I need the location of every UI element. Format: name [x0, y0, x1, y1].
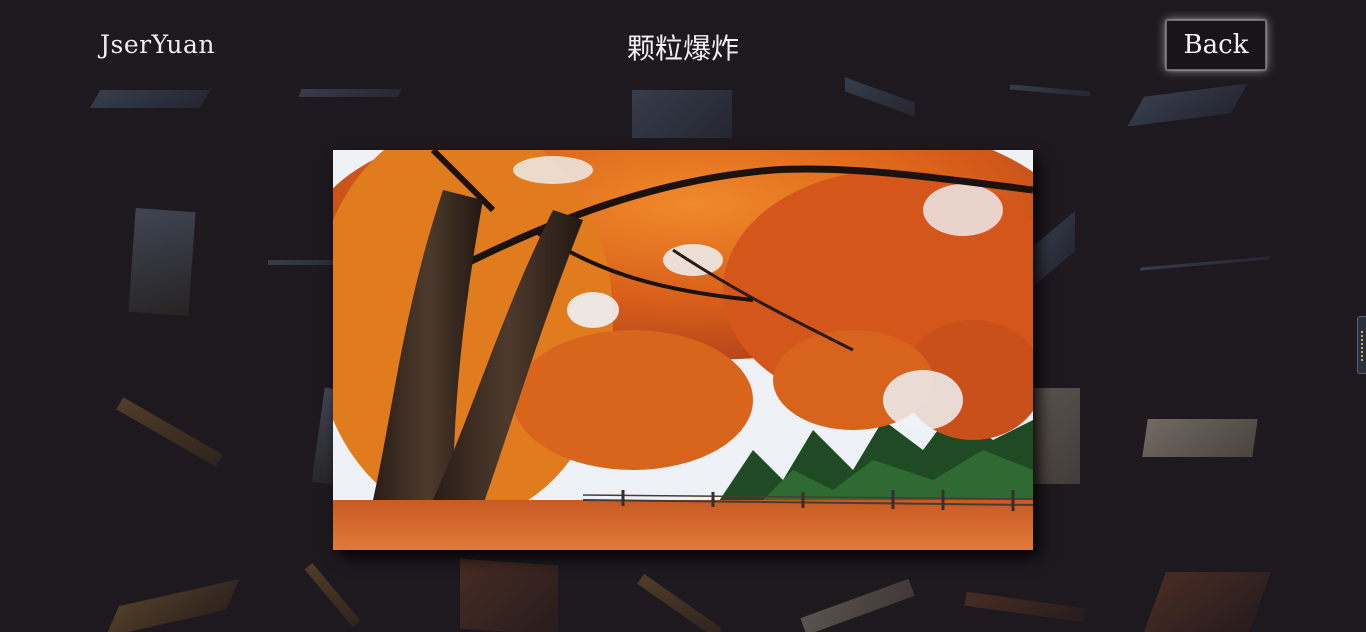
particle-shard	[298, 89, 402, 97]
particle-shard	[1030, 211, 1075, 289]
autumn-photo[interactable]	[333, 150, 1033, 550]
particle-shard	[964, 591, 1086, 623]
back-button[interactable]: Back	[1166, 20, 1266, 70]
autumn-photo-illustration	[333, 150, 1033, 550]
particle-shard	[304, 563, 361, 627]
particle-shard	[845, 77, 915, 117]
particle-shard	[1140, 256, 1270, 271]
particle-shard	[89, 90, 211, 108]
particle-shard	[128, 208, 196, 316]
particle-shard	[1142, 419, 1258, 457]
particle-shard	[1009, 84, 1091, 97]
page-title: 颗粒爆炸	[626, 32, 739, 65]
side-scroll-handle[interactable]	[1357, 316, 1366, 374]
particle-shard	[460, 558, 558, 632]
particle-shard	[637, 573, 722, 632]
stage: JserYuan 颗粒爆炸 Back	[0, 0, 1366, 632]
particle-shard	[632, 90, 732, 138]
particle-shard	[800, 578, 915, 632]
particle-shard	[105, 578, 240, 632]
particle-shard	[1144, 572, 1271, 632]
particle-shard	[1127, 83, 1248, 127]
particle-shard	[116, 397, 223, 467]
